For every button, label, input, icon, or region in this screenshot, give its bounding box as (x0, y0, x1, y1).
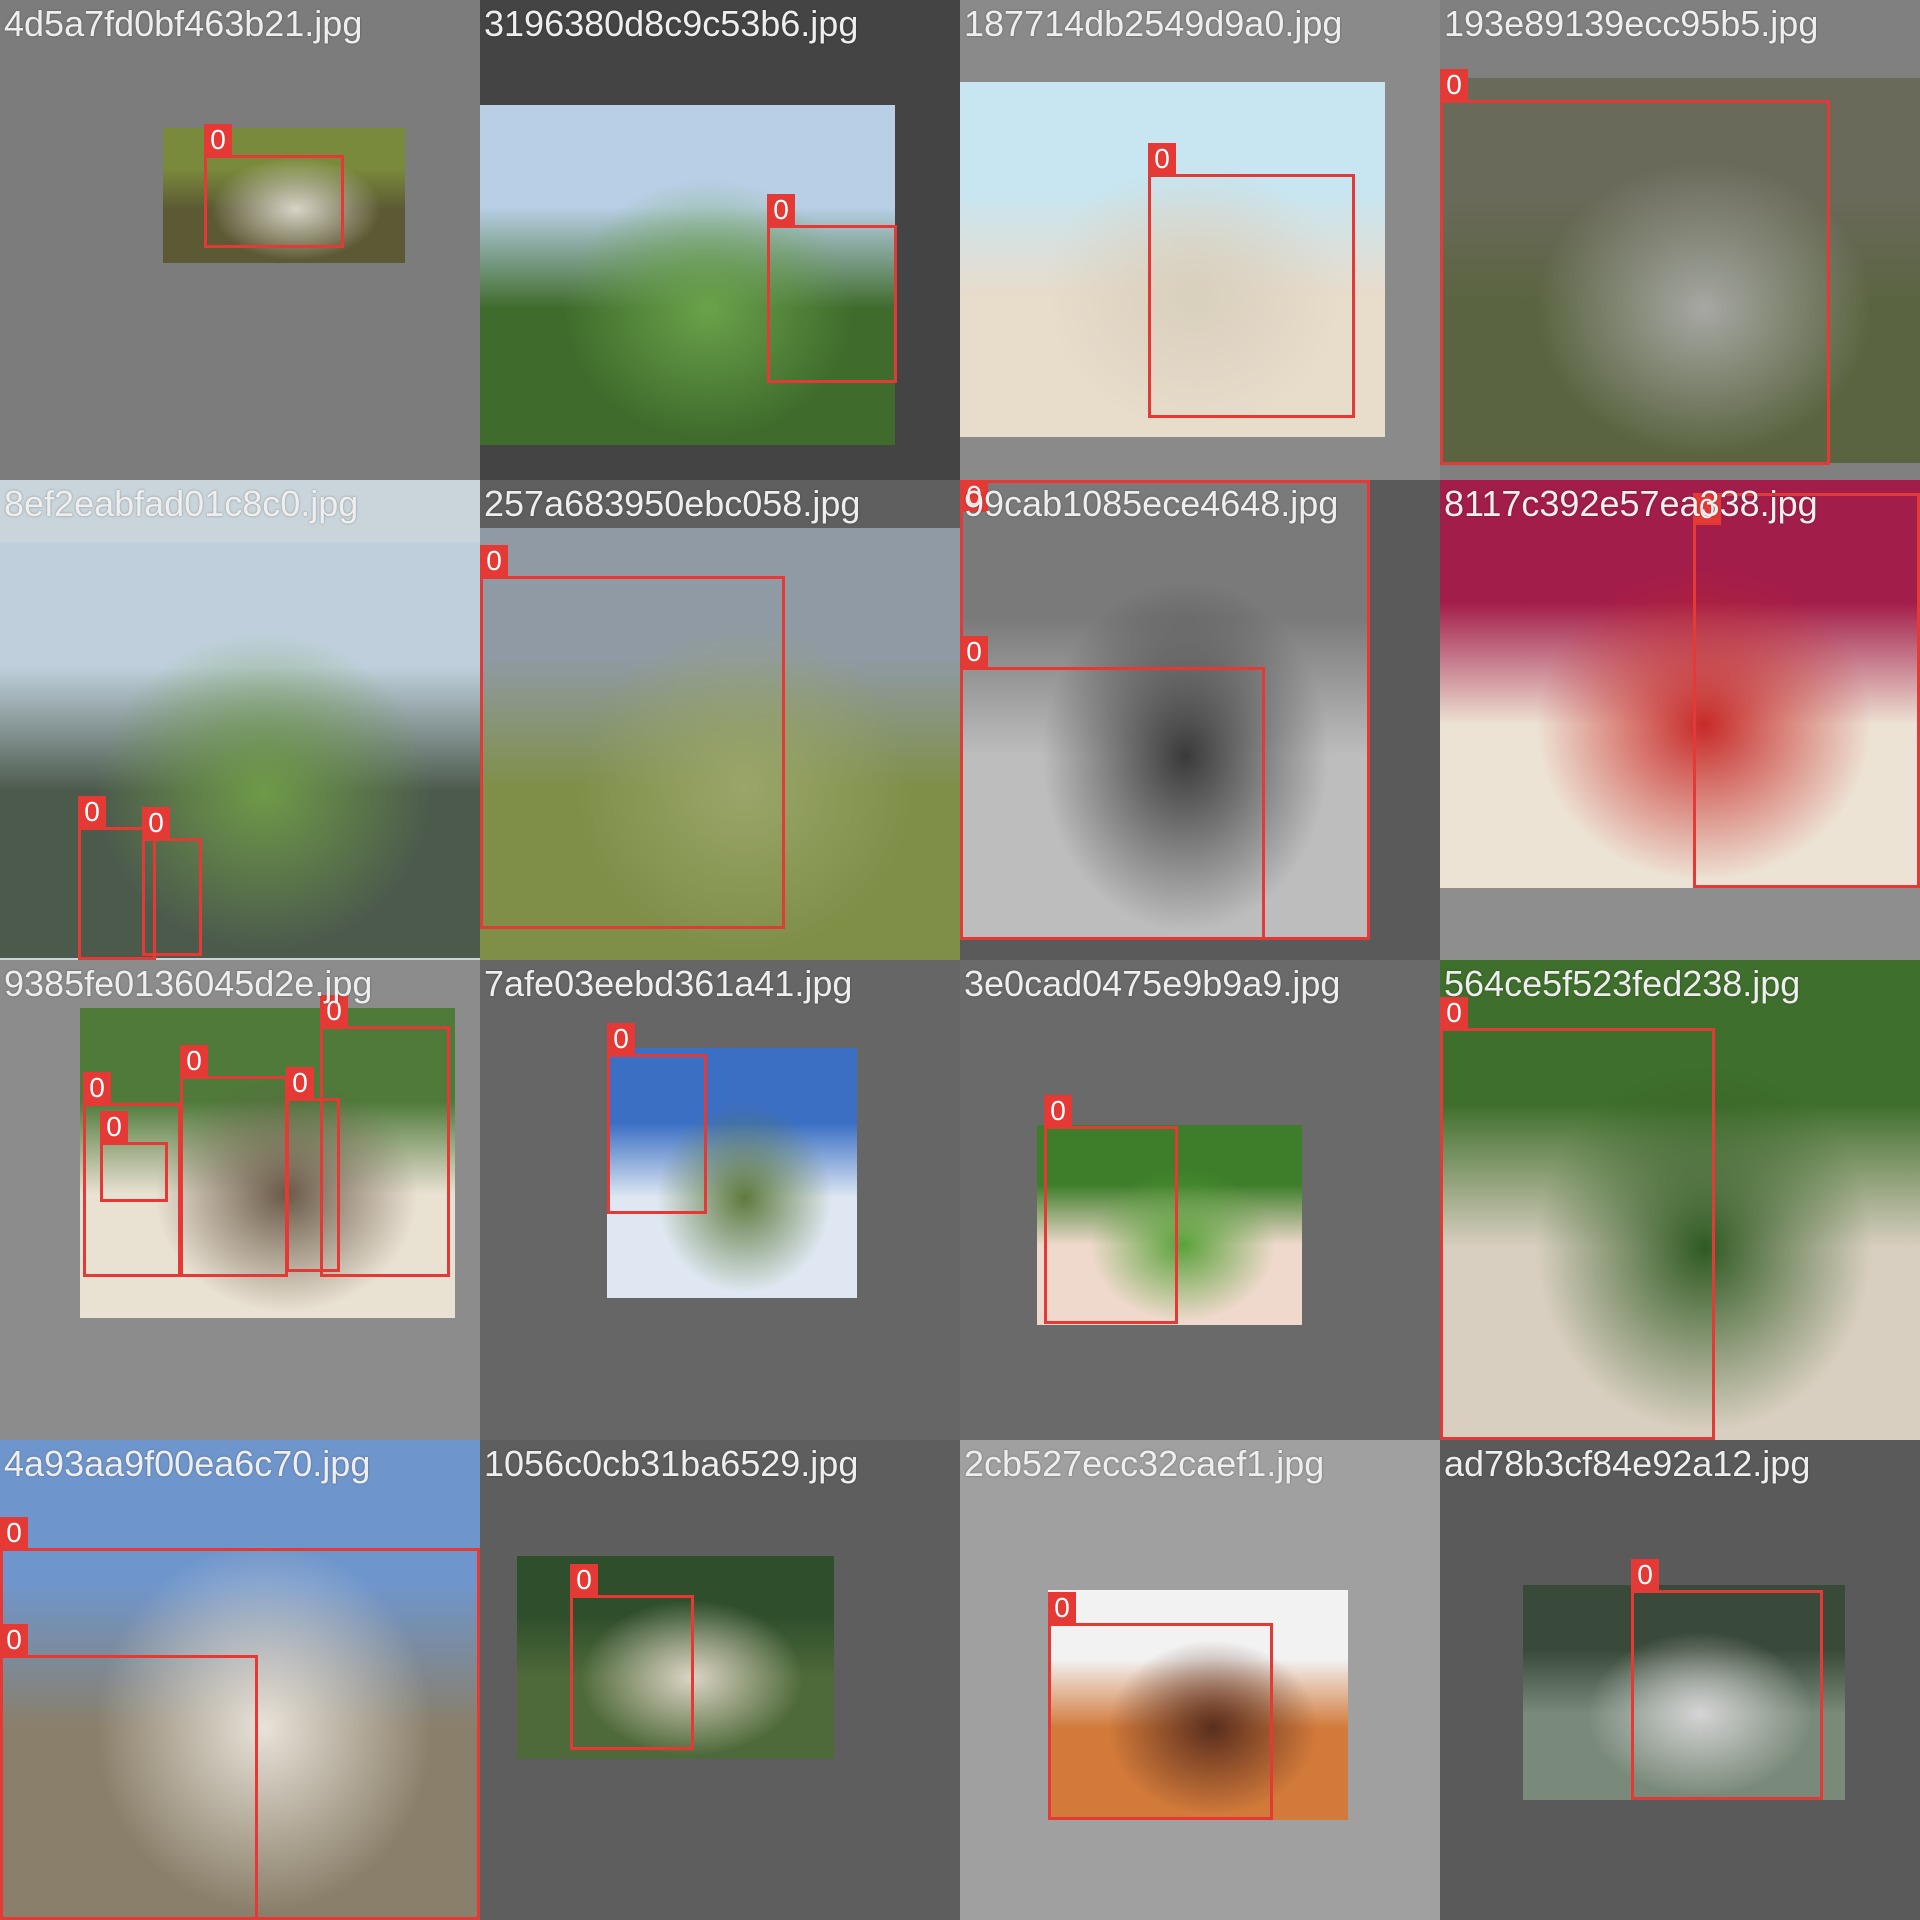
grid-tile: 2cb527ecc32caef1.jpg 0 (960, 1440, 1440, 1920)
grid-tile: ad78b3cf84e92a12.jpg 0 (1440, 1440, 1920, 1920)
detection-box: 0 (204, 124, 344, 248)
detection-box: 0 (1044, 1095, 1178, 1324)
image-filename: 8117c392e57ea338.jpg (1444, 483, 1818, 524)
image-filename: 3e0cad0475e9b9a9.jpg (964, 963, 1341, 1004)
detection-box: 0 (480, 545, 785, 929)
grid-tile: 4a93aa9f00ea6c70.jpg000 (0, 1440, 480, 1920)
grid-tile: 7afe03eebd361a41.jpg 0 (480, 960, 960, 1440)
grid-tile: 564ce5f523fed238.jpg 0 (1440, 960, 1920, 1440)
image-grid: 4d5a7fd0bf463b21.jpg 0 3196380d8c9c53b6.jp… (0, 0, 1920, 1920)
class-label: 0 (1048, 1592, 1076, 1624)
image-filename: 193e89139ecc95b5.jpg (1444, 3, 1819, 44)
detection-box: 0 (607, 1023, 707, 1214)
image-filename: 99cab1085ece4648.jpg (964, 483, 1339, 524)
detection-box: 0 (1631, 1559, 1823, 1800)
detection-box: 0 (320, 995, 450, 1277)
image-filename: 1056c0cb31ba6529.jpg (484, 1443, 859, 1484)
class-label: 0 (286, 1067, 314, 1099)
class-label: 0 (1631, 1559, 1659, 1591)
class-label: 0 (0, 1517, 28, 1549)
class-label: 0 (960, 636, 988, 668)
image-filename: 4a93aa9f00ea6c70.jpg (4, 1443, 371, 1484)
image-filename: 564ce5f523fed238.jpg (1444, 963, 1801, 1004)
class-label: 0 (570, 1564, 598, 1596)
photo-thumbnail (0, 542, 480, 958)
grid-tile: 4d5a7fd0bf463b21.jpg 0 (0, 0, 480, 480)
detection-box: 0 (0, 1517, 480, 1920)
grid-tile: 99cab1085ece4648.jpg 0 0 (960, 480, 1440, 960)
detection-box: 0 (1148, 143, 1355, 418)
class-label: 0 (204, 124, 232, 156)
class-label: 0 (142, 807, 170, 839)
grid-tile: 257a683950ebc058.jpg 0 (480, 480, 960, 960)
class-label: 0 (83, 1072, 111, 1104)
image-filename: 9385fe0136045d2e.jpg (4, 963, 373, 1004)
class-label: 0 (78, 796, 106, 828)
class-label: 0 (100, 1111, 128, 1143)
detection-box: 0 (1693, 493, 1920, 888)
detection-box: 0 (1048, 1592, 1273, 1820)
detection-box: 0 (960, 636, 1265, 940)
image-filename: 7afe03eebd361a41.jpg (484, 963, 853, 1004)
class-label: 0 (607, 1023, 635, 1055)
grid-tile: 8117c392e57ea338.jpg 0 (1440, 480, 1920, 960)
grid-tile: 3e0cad0475e9b9a9.jpg 0 (960, 960, 1440, 1440)
grid-tile: 1056c0cb31ba6529.jpg 0 (480, 1440, 960, 1920)
class-label: 0 (1440, 69, 1468, 101)
class-label: 0 (1044, 1095, 1072, 1127)
detection-box: 0 (1440, 69, 1830, 465)
detection-box: 0 (100, 1111, 168, 1202)
detection-box: 0 (142, 807, 202, 956)
image-filename: 187714db2549d9a0.jpg (964, 3, 1343, 44)
grid-tile: 9385fe0136045d2e.jpg 0 0 0 0 0 (0, 960, 480, 1440)
detection-box: 0 (767, 194, 897, 383)
image-filename: 257a683950ebc058.jpg (484, 483, 861, 524)
class-label: 0 (767, 194, 795, 226)
grid-tile: 8ef2eabfad01c8c0.jpg 0 0 (0, 480, 480, 960)
grid-tile: 187714db2549d9a0.jpg 0 (960, 0, 1440, 480)
class-label: 0 (1148, 143, 1176, 175)
detection-box: 0 (1440, 997, 1715, 1440)
detection-box: 0 (180, 1045, 288, 1277)
grid-tile: 3196380d8c9c53b6.jpg 0 (480, 0, 960, 480)
detection-box: 0 (570, 1564, 694, 1750)
image-filename: 3196380d8c9c53b6.jpg (484, 3, 859, 44)
grid-tile: 193e89139ecc95b5.jpg 0 (1440, 0, 1920, 480)
class-label: 0 (180, 1045, 208, 1077)
image-filename: 4d5a7fd0bf463b21.jpg (4, 3, 363, 44)
image-filename: ad78b3cf84e92a12.jpg (1444, 1443, 1811, 1484)
image-filename: 2cb527ecc32caef1.jpg (964, 1443, 1325, 1484)
image-filename: 8ef2eabfad01c8c0.jpg (4, 483, 359, 524)
class-label: 0 (480, 545, 508, 577)
